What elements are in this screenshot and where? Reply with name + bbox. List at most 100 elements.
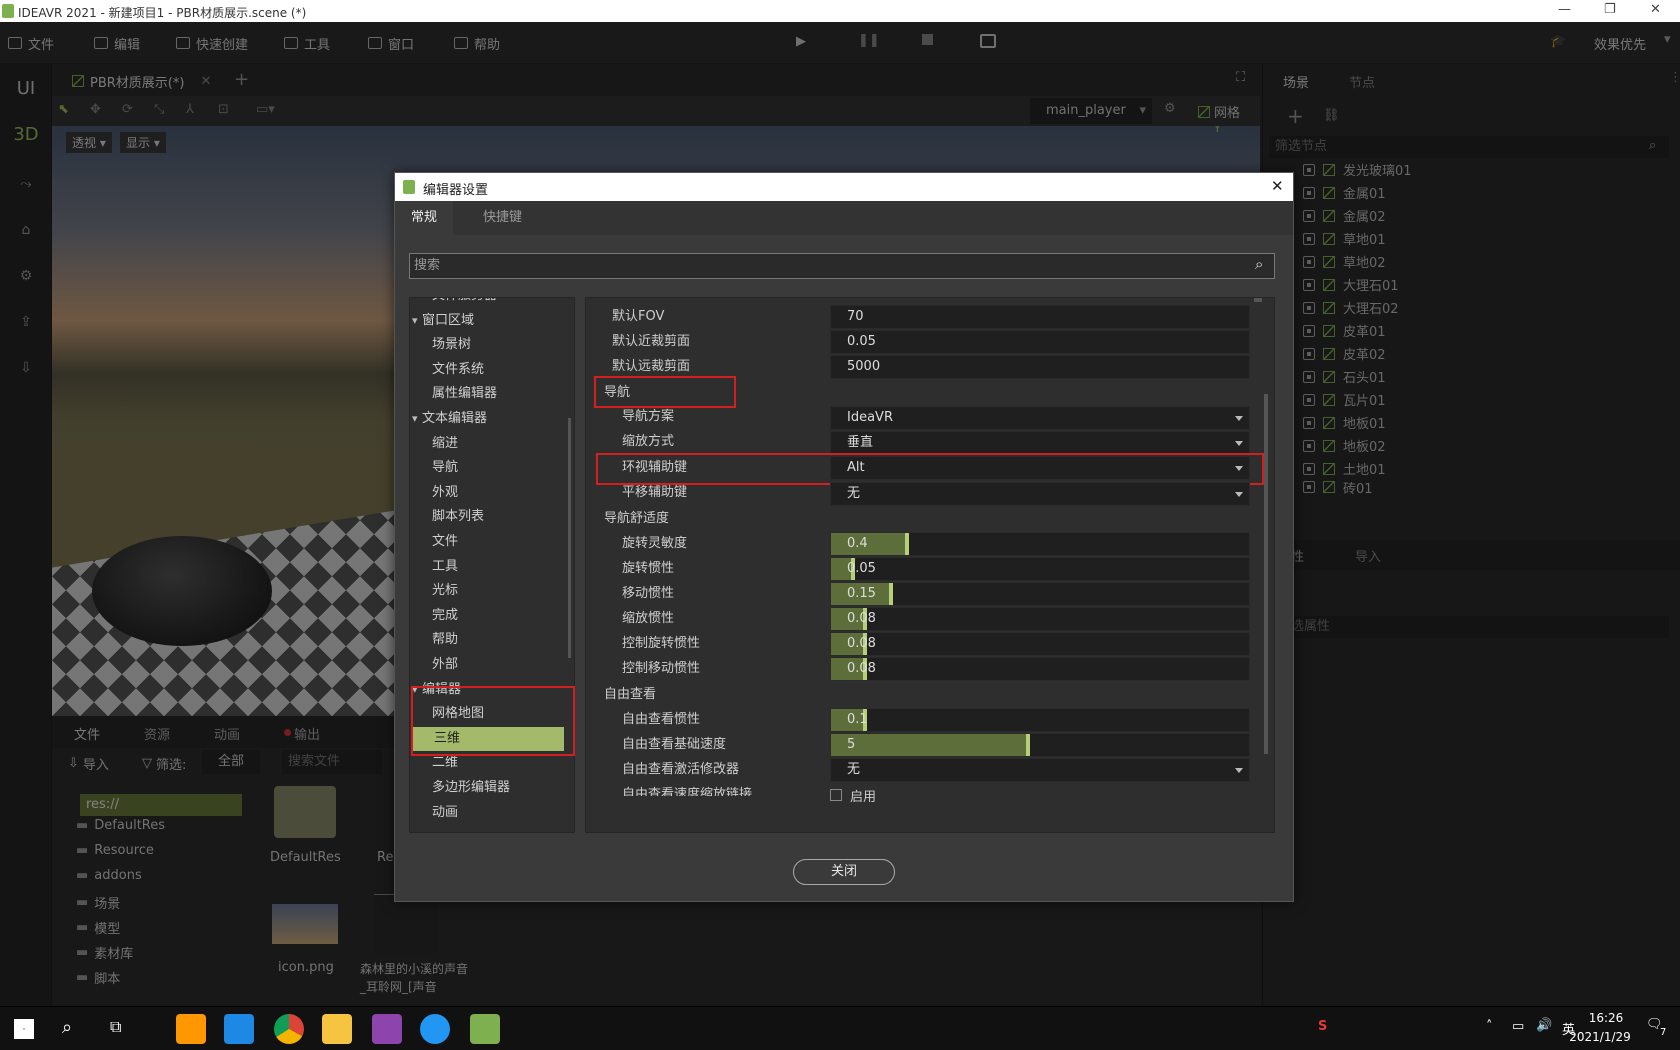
control-move-inertia-slider[interactable]: 0.08: [830, 657, 1250, 681]
chevron-up-icon[interactable]: ˄: [1486, 1019, 1493, 1034]
dialog-tabs: 常规 快捷键: [395, 201, 1293, 235]
ideavr-icon[interactable]: [470, 1014, 500, 1044]
pan-modifier-select[interactable]: 无: [830, 482, 1250, 506]
title-bar: IDEAVR 2021 - 新建项目1 - PBR材质展示.scene (*) …: [0, 0, 1680, 22]
tree-item[interactable]: 缩进: [410, 432, 562, 456]
tree-item[interactable]: 帮助: [410, 628, 562, 652]
tree-item[interactable]: 多边形编辑器: [410, 776, 562, 800]
tree-item[interactable]: 属性编辑器: [410, 382, 562, 406]
tree-label: 帮助: [432, 632, 459, 648]
freelook-modifier-select[interactable]: 无: [830, 758, 1250, 782]
dialog-close-icon[interactable]: ✕: [1271, 177, 1284, 195]
tree-item[interactable]: 导航: [410, 456, 562, 480]
collapse-arrow-icon[interactable]: ▾: [412, 407, 418, 431]
minimize-icon[interactable]: —: [1558, 2, 1571, 17]
orbit-modifier-select[interactable]: Alt: [830, 456, 1250, 480]
volume-icon[interactable]: 🔊: [1536, 1018, 1552, 1033]
tree-label: 文件服务器: [432, 298, 497, 308]
checkbox-label: 启用: [850, 789, 877, 803]
visual-studio-icon[interactable]: [372, 1014, 402, 1044]
tab-general[interactable]: 常规: [395, 201, 454, 235]
task-view-icon[interactable]: ⧉: [110, 1017, 121, 1037]
collapse-arrow-icon[interactable]: ▾: [412, 309, 418, 333]
props-scroll-top: [1254, 298, 1262, 302]
feishu-icon[interactable]: [420, 1014, 450, 1044]
prop-label: 平移辅助键: [622, 485, 688, 500]
windows-start-icon[interactable]: [14, 1019, 34, 1039]
tree-label: 属性编辑器: [432, 386, 498, 402]
tab-shortcuts[interactable]: 快捷键: [467, 201, 538, 235]
zoom-style-select[interactable]: 垂直: [830, 431, 1250, 455]
chrome-icon[interactable]: [274, 1014, 304, 1044]
move-inertia-slider[interactable]: 0.15: [830, 582, 1250, 606]
search-taskbar-icon[interactable]: ⌕: [62, 1017, 72, 1038]
section-title: 导航: [604, 385, 631, 400]
prop-label: 旋转灵敏度: [622, 536, 688, 551]
tree-item[interactable]: 场景树: [410, 333, 562, 357]
search-icon: ⌕: [1255, 255, 1264, 273]
tree-item[interactable]: 动画: [410, 801, 562, 825]
app-logo-icon: [2, 4, 14, 18]
network-icon[interactable]: ▭: [1512, 1019, 1524, 1034]
vscode-icon[interactable]: [224, 1014, 254, 1044]
props-scrollbar[interactable]: [1264, 394, 1268, 754]
tree-item[interactable]: 文件系统: [410, 358, 562, 382]
settings-search-placeholder: 搜索: [414, 258, 441, 273]
fov-input[interactable]: 70: [830, 305, 1250, 329]
near-clip-input[interactable]: 0.05: [830, 330, 1250, 354]
sublime-icon[interactable]: [176, 1014, 206, 1044]
tree-scrollbar[interactable]: [568, 418, 571, 658]
section-title: 导航舒适度: [604, 511, 670, 526]
settings-search-input[interactable]: 搜索: [409, 253, 1275, 279]
slider-value: 0.08: [847, 661, 876, 676]
prop-label: 缩放惯性: [622, 611, 675, 626]
tree-label: 文件系统: [432, 361, 485, 377]
tree-item[interactable]: 文件: [410, 530, 562, 554]
tree-item[interactable]: 外部: [410, 653, 562, 677]
dialog-titlebar: 编辑器设置 ✕: [395, 173, 1293, 201]
tree-item[interactable]: 完成: [410, 604, 562, 628]
slider-fill: [831, 533, 910, 555]
prop-label: 默认近裁剪面: [612, 334, 691, 349]
prop-label: 缩放方式: [622, 434, 675, 449]
tree-label: 动画: [432, 804, 459, 820]
prop-label: 控制旋转惯性: [622, 636, 701, 651]
tree-item[interactable]: 外观: [410, 481, 562, 505]
close-window-icon[interactable]: ✕: [1650, 2, 1661, 17]
freelook-inertia-slider[interactable]: 0.1: [830, 708, 1250, 732]
section-title: 自由查看: [604, 687, 657, 702]
clock-date[interactable]: 2021/1/29: [1558, 1030, 1642, 1044]
tree-item[interactable]: 工具: [410, 555, 562, 579]
slider-value: 0.08: [847, 636, 876, 651]
zoom-inertia-slider[interactable]: 0.08: [830, 607, 1250, 631]
file-explorer-icon[interactable]: [322, 1014, 352, 1044]
tree-group[interactable]: ▾ 窗口区域: [410, 309, 562, 333]
clock-time[interactable]: 16:26: [1576, 1011, 1636, 1025]
tree-item[interactable]: 光标: [410, 579, 562, 603]
rotation-sensitivity-slider[interactable]: 0.4: [830, 532, 1250, 556]
tree-label: 外观: [432, 484, 459, 500]
freelook-link-toggle[interactable]: 启用: [830, 788, 876, 802]
control-rotation-inertia-slider[interactable]: 0.08: [830, 632, 1250, 656]
slider-value: 0.15: [847, 586, 876, 601]
nav-scheme-select[interactable]: IdeaVR: [830, 406, 1250, 430]
close-button[interactable]: 关闭: [793, 859, 895, 885]
rotation-inertia-slider[interactable]: 0.05: [830, 557, 1250, 581]
tree-item[interactable]: 文件服务器: [410, 298, 562, 308]
restore-icon[interactable]: ❐: [1604, 2, 1616, 17]
slider-value: 0.08: [847, 611, 876, 626]
sogou-icon[interactable]: S: [1318, 1019, 1327, 1034]
freelook-speed-slider[interactable]: 5: [830, 733, 1250, 757]
window-title: IDEAVR 2021 - 新建项目1 - PBR材质展示.scene (*): [18, 6, 307, 20]
prop-label: 自由查看惯性: [622, 712, 701, 727]
far-clip-input[interactable]: 5000: [830, 355, 1250, 379]
tree-label: 导航: [432, 460, 459, 476]
tree-group[interactable]: ▾ 文本编辑器: [410, 407, 562, 431]
tree-label: 光标: [432, 583, 459, 599]
dialog-title: 编辑器设置: [423, 183, 489, 198]
tree-label: 文件: [432, 534, 459, 549]
settings-properties: 默认FOV 70 默认近裁剪面 0.05 默认远裁剪面 5000 导航 导航方案…: [585, 297, 1275, 833]
tree-item[interactable]: 脚本列表: [410, 505, 562, 529]
editor-settings-dialog: 编辑器设置 ✕ 常规 快捷键 搜索 ⌕ 文件服务器▾窗口区域场景树文件系统属性编…: [394, 172, 1294, 902]
checkbox-icon[interactable]: [830, 789, 842, 801]
